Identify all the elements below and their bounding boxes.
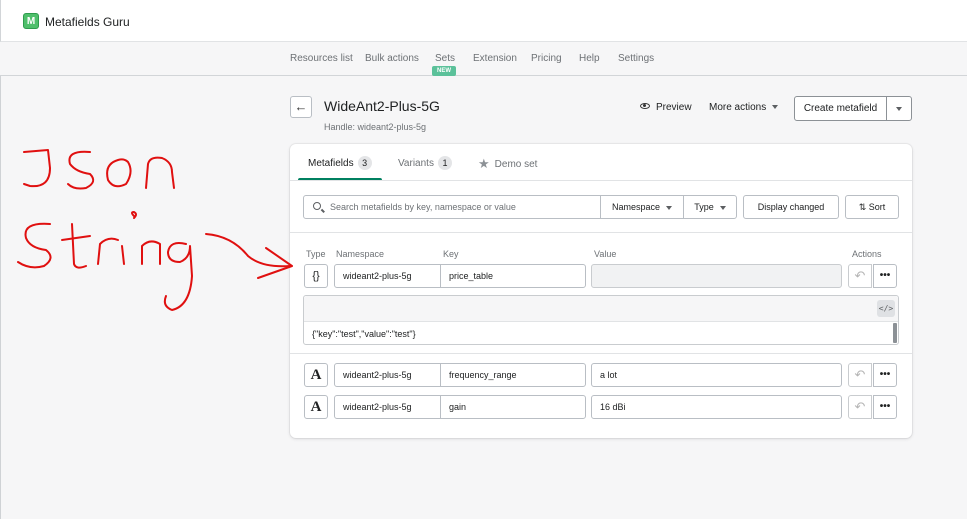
new-badge: NEW (432, 66, 456, 76)
key-field[interactable]: gain (440, 395, 586, 419)
key-field[interactable]: price_table (440, 264, 586, 288)
sort-button[interactable]: ⇅ Sort (845, 195, 899, 219)
more-options-button[interactable]: ••• (873, 395, 897, 419)
nav-help[interactable]: Help (579, 53, 600, 64)
json-type-icon: {} (304, 264, 328, 288)
page-title: WideAnt2-Plus-5G (324, 98, 440, 114)
key-field[interactable]: frequency_range (440, 363, 586, 387)
back-button[interactable]: ← (290, 96, 312, 118)
tabs-divider (290, 180, 912, 181)
tab-demo-set[interactable]: ★ Demo set (478, 156, 537, 172)
nav-bulk-actions[interactable]: Bulk actions (365, 53, 419, 64)
undo-icon[interactable]: ↶ (848, 264, 872, 288)
namespace-filter[interactable]: Namespace (600, 195, 684, 219)
app-name: Metafields Guru (45, 15, 130, 29)
value-field[interactable]: a lot (591, 363, 842, 387)
text-type-icon: A (304, 363, 328, 387)
column-header-value: Value (594, 249, 617, 259)
value-field[interactable]: 16 dBi (591, 395, 842, 419)
column-header-key: Key (443, 249, 459, 259)
value-field (591, 264, 842, 288)
preview-button[interactable]: Preview (640, 102, 692, 113)
caret-down-icon (666, 205, 673, 210)
column-header-type: Type (306, 249, 326, 259)
column-header-namespace: Namespace (336, 249, 385, 259)
app-logo-icon: M (23, 13, 39, 29)
type-filter-label: Type (694, 202, 714, 212)
text-type-icon: A (304, 395, 328, 419)
tab-label: Demo set (494, 159, 538, 170)
tab-label: Metafields (308, 158, 354, 169)
tab-count: 3 (357, 156, 372, 170)
metafields-card (290, 144, 912, 438)
sort-label: Sort (868, 202, 886, 212)
type-filter[interactable]: Type (683, 195, 737, 219)
namespace-field[interactable]: wideant2-plus-5g (334, 395, 441, 419)
tab-variants[interactable]: Variants 1 (398, 156, 452, 170)
create-metafield-button[interactable]: Create metafield (794, 96, 887, 121)
row-divider (290, 353, 912, 354)
nav-settings[interactable]: Settings (618, 53, 654, 64)
json-editor[interactable]: </> {"key":"test","value":"test"} (303, 295, 899, 345)
column-header-actions: Actions (852, 249, 882, 259)
app-topbar: M Metafields Guru (0, 0, 967, 42)
more-actions-label: More actions (709, 102, 767, 113)
namespace-filter-label: Namespace (611, 202, 661, 212)
create-metafield-dropdown[interactable] (886, 96, 912, 121)
more-options-button[interactable]: ••• (873, 264, 897, 288)
tab-metafields[interactable]: Metafields 3 (308, 156, 372, 170)
display-changed-button[interactable]: Display changed (743, 195, 839, 219)
star-icon: ★ (478, 156, 490, 171)
caret-down-icon (896, 106, 902, 111)
page-left-border (0, 76, 1, 519)
sort-icon: ⇅ (858, 202, 867, 212)
caret-down-icon (719, 205, 726, 210)
json-value-text[interactable]: {"key":"test","value":"test"} (312, 329, 416, 339)
nav-sets[interactable]: Sets (435, 53, 455, 64)
eye-icon (640, 103, 650, 110)
undo-icon[interactable]: ↶ (848, 395, 872, 419)
search-input[interactable] (330, 199, 595, 215)
nav-pricing[interactable]: Pricing (531, 53, 562, 64)
product-handle: Handle: wideant2-plus-5g (324, 122, 427, 132)
json-editor-toolbar: </> (304, 296, 898, 322)
more-actions-button[interactable]: More actions (709, 102, 779, 113)
search-icon (313, 202, 321, 210)
namespace-field[interactable]: wideant2-plus-5g (334, 363, 441, 387)
caret-down-icon (772, 105, 779, 110)
tab-label: Variants (398, 158, 434, 169)
search-box (303, 195, 601, 219)
code-view-icon[interactable]: </> (877, 300, 895, 317)
namespace-field[interactable]: wideant2-plus-5g (334, 264, 441, 288)
json-editor-scrollbar[interactable] (893, 323, 897, 343)
filters-divider (290, 232, 912, 233)
nav-extension[interactable]: Extension (473, 53, 517, 64)
more-options-button[interactable]: ••• (873, 363, 897, 387)
nav-resources-list[interactable]: Resources list (290, 53, 353, 64)
undo-icon[interactable]: ↶ (848, 363, 872, 387)
main-nav: Resources list Bulk actions Sets Extensi… (0, 42, 967, 76)
preview-label: Preview (656, 102, 692, 113)
tab-count: 1 (437, 156, 452, 170)
